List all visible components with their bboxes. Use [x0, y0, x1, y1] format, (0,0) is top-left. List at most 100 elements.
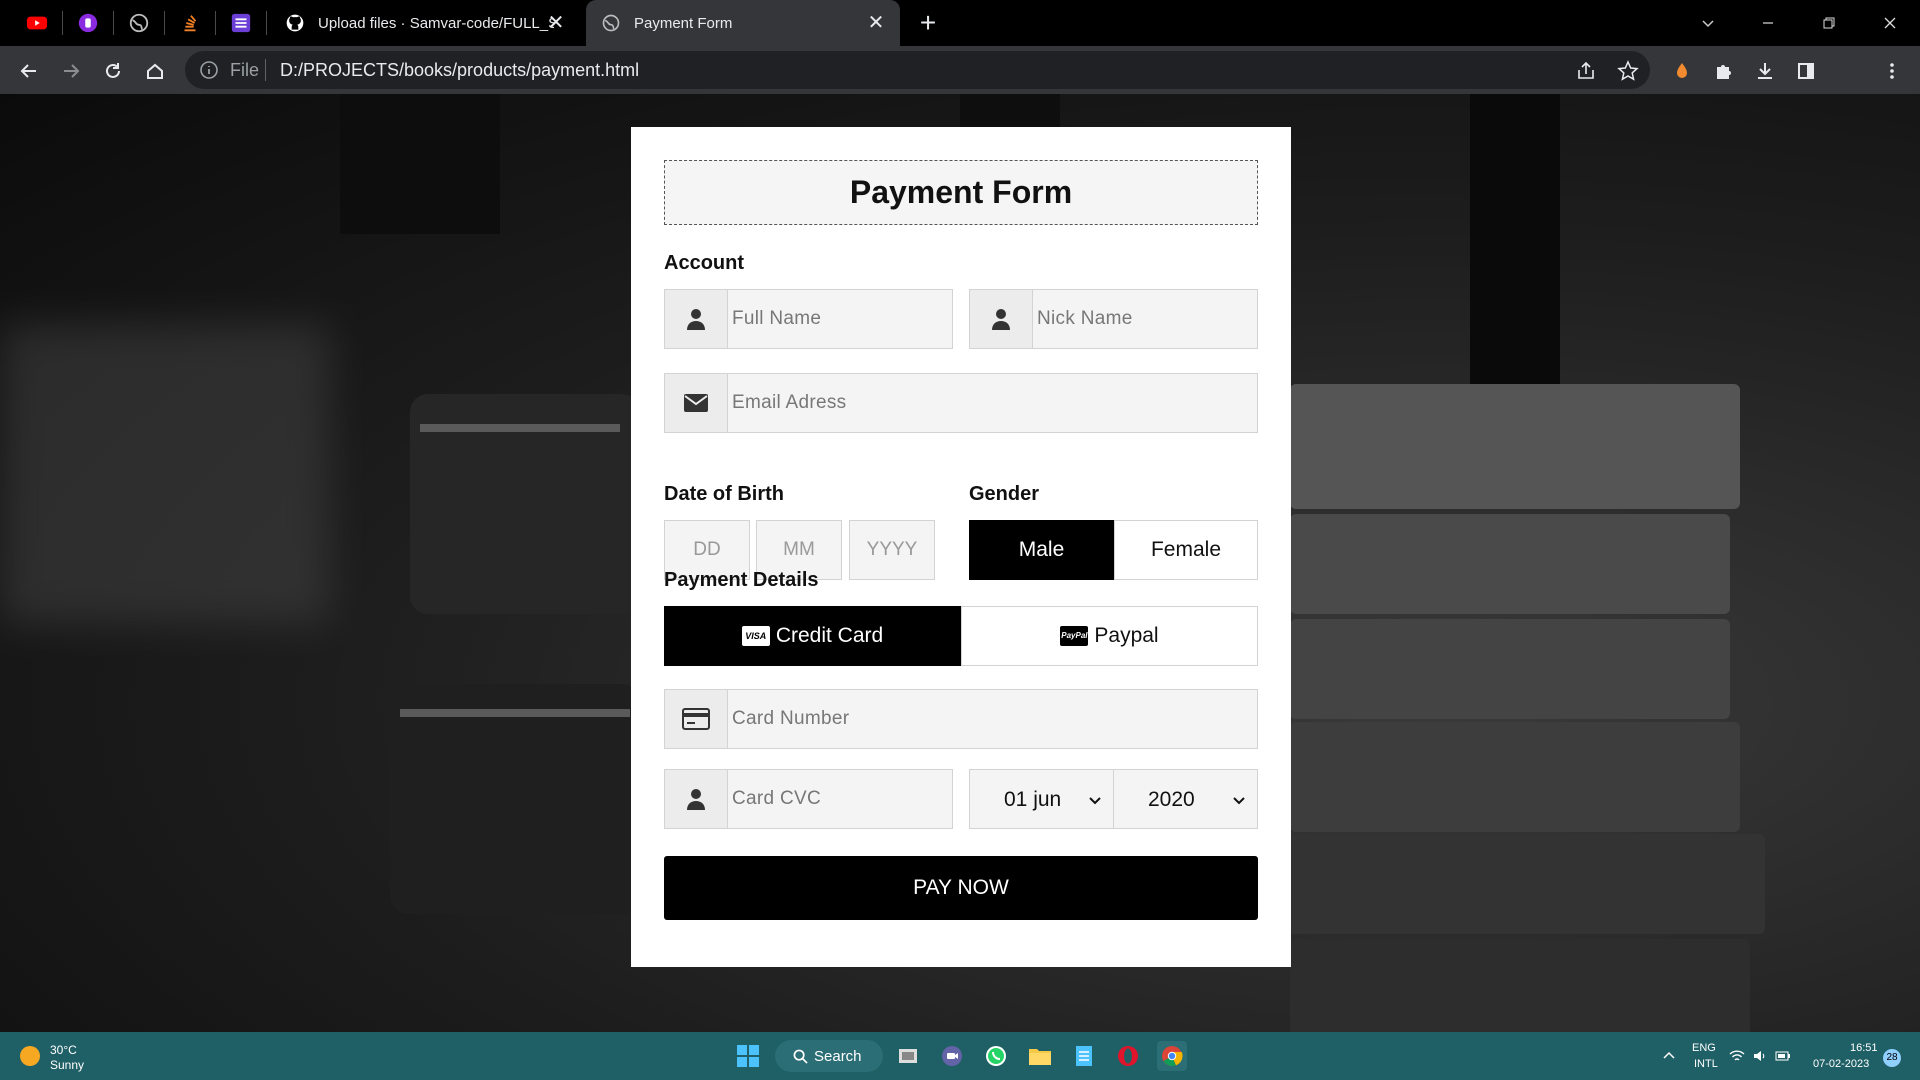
close-tab-icon[interactable]: ✕ — [866, 13, 886, 33]
background-window-light — [0, 324, 330, 624]
card-number-input[interactable] — [728, 690, 1257, 748]
task-view-icon[interactable] — [893, 1041, 923, 1071]
payment-details-label: Payment Details — [664, 569, 819, 591]
youtube-icon — [26, 16, 48, 30]
visa-card-icon: VISA — [741, 626, 770, 646]
gender-female-option[interactable]: Female — [1114, 520, 1258, 580]
back-arrow-icon[interactable] — [13, 55, 45, 87]
card-number-field — [664, 689, 1258, 749]
bookmark-star-icon[interactable] — [1617, 60, 1639, 82]
notification-badge[interactable]: 28 — [1883, 1049, 1901, 1067]
windows-start-icon[interactable] — [733, 1041, 763, 1071]
opera-icon[interactable] — [1113, 1041, 1143, 1071]
list-app-icon — [231, 13, 251, 33]
battery-icon[interactable] — [1773, 1041, 1793, 1071]
browser-toolbar: File D:/PROJECTS/books/products/payment.… — [0, 46, 1920, 129]
github-icon — [284, 12, 306, 34]
tab-strip: Upload files · Samvar-code/FULL_ST ✕ Pay… — [0, 0, 1920, 46]
card-cvc-input[interactable] — [728, 770, 952, 828]
file-explorer-icon[interactable] — [1025, 1041, 1055, 1071]
tab-separator — [62, 11, 63, 35]
nick-name-input[interactable] — [1033, 290, 1257, 348]
notepad-icon[interactable] — [1069, 1041, 1099, 1071]
page-viewport: Payment Form Account Date of Birth Gende… — [0, 94, 1920, 1032]
purple-app-icon — [78, 13, 98, 33]
weather-description[interactable]: Sunny — [50, 1058, 84, 1072]
extensions-puzzle-icon[interactable] — [1707, 55, 1739, 87]
tab-separator — [164, 11, 165, 35]
background-book-band — [420, 424, 620, 432]
tab-title: Payment Form — [634, 14, 733, 32]
background-book-stack — [1290, 384, 1740, 509]
volume-icon[interactable] — [1750, 1041, 1770, 1071]
keyboard-layout[interactable]: INTL — [1694, 1058, 1718, 1070]
user-icon — [665, 770, 728, 828]
tab-separator — [215, 11, 216, 35]
clock-time[interactable]: 16:51 — [1850, 1042, 1878, 1054]
background-book-stack — [1290, 514, 1730, 614]
full-name-input[interactable] — [728, 290, 952, 348]
weather-temperature[interactable]: 30°C — [50, 1043, 77, 1057]
expiry-day-select[interactable]: 01 jun — [969, 769, 1114, 829]
address-bar[interactable]: File D:/PROJECTS/books/products/payment.… — [185, 51, 1650, 89]
show-hidden-icons-chevron-icon[interactable] — [1654, 1041, 1684, 1071]
chrome-icon[interactable] — [1157, 1041, 1187, 1071]
language-code[interactable]: ENG — [1692, 1042, 1716, 1054]
clock-date[interactable]: 07-02-2023 — [1813, 1058, 1869, 1070]
pay-now-button[interactable]: PAY NOW — [664, 856, 1258, 920]
minimize-icon[interactable] — [1748, 8, 1788, 38]
menu-kebab-icon[interactable] — [1876, 55, 1908, 87]
forward-arrow-icon[interactable] — [55, 55, 87, 87]
background-book-stack — [1290, 722, 1740, 832]
list-pinned-tab[interactable] — [223, 8, 259, 38]
new-tab-button[interactable]: + — [914, 9, 942, 38]
info-icon[interactable] — [199, 60, 219, 80]
extension-drop-icon[interactable] — [1666, 55, 1698, 87]
tab-search-chevron-icon[interactable] — [1688, 8, 1728, 38]
tab-separator — [113, 11, 114, 35]
paypal-option[interactable]: PayPal Paypal — [961, 606, 1258, 666]
background-book-band — [400, 709, 630, 717]
background-window-frame — [1470, 94, 1560, 384]
youtube-pinned-tab[interactable] — [19, 8, 55, 38]
card-cvc-field — [664, 769, 953, 829]
dob-year-input[interactable] — [849, 520, 935, 580]
wifi-icon[interactable] — [1727, 1041, 1747, 1071]
chevron-down-icon — [1233, 797, 1245, 805]
user-icon — [970, 290, 1033, 348]
search-label: Search — [814, 1047, 862, 1065]
tab-github-upload[interactable]: Upload files · Samvar-code/FULL_ST ✕ — [274, 0, 580, 46]
credit-card-option[interactable]: VISA Credit Card — [664, 606, 961, 666]
account-label: Account — [664, 252, 744, 274]
page-title: Payment Form — [664, 160, 1258, 225]
home-icon[interactable] — [139, 55, 171, 87]
close-tab-icon[interactable]: ✕ — [546, 13, 566, 33]
whatsapp-icon[interactable] — [981, 1041, 1011, 1071]
globe-pinned-tab[interactable] — [121, 8, 157, 38]
teams-chat-icon[interactable] — [937, 1041, 967, 1071]
credit-card-icon — [665, 690, 728, 748]
expiry-year-select[interactable]: 2020 — [1113, 769, 1258, 829]
sun-icon[interactable] — [20, 1046, 40, 1066]
nick-name-field — [969, 289, 1258, 349]
search-icon — [793, 1049, 808, 1064]
payment-form-card: Payment Form Account Date of Birth Gende… — [631, 127, 1291, 967]
stackoverflow-pinned-tab[interactable] — [172, 8, 208, 38]
email-input[interactable] — [728, 374, 1257, 432]
share-icon[interactable] — [1575, 60, 1597, 82]
restore-icon[interactable] — [1809, 8, 1849, 38]
globe-icon — [600, 12, 622, 34]
tab-separator — [266, 11, 267, 35]
extension-pinned-tab[interactable] — [70, 8, 106, 38]
close-window-icon[interactable] — [1870, 8, 1910, 38]
gender-male-option[interactable]: Male — [969, 520, 1114, 580]
reload-icon[interactable] — [97, 55, 129, 87]
download-icon[interactable] — [1749, 55, 1781, 87]
url-text[interactable]: D:/PROJECTS/books/products/payment.html — [280, 60, 639, 81]
omnibox-divider — [265, 59, 266, 81]
windows-taskbar: 30°C Sunny Search ENG INTL 16:51 07-02-2… — [0, 1032, 1920, 1080]
tab-payment-form[interactable]: Payment Form ✕ — [586, 0, 900, 46]
taskbar-search[interactable]: Search — [775, 1040, 883, 1072]
user-icon — [665, 290, 728, 348]
side-panel-icon[interactable] — [1790, 55, 1822, 87]
